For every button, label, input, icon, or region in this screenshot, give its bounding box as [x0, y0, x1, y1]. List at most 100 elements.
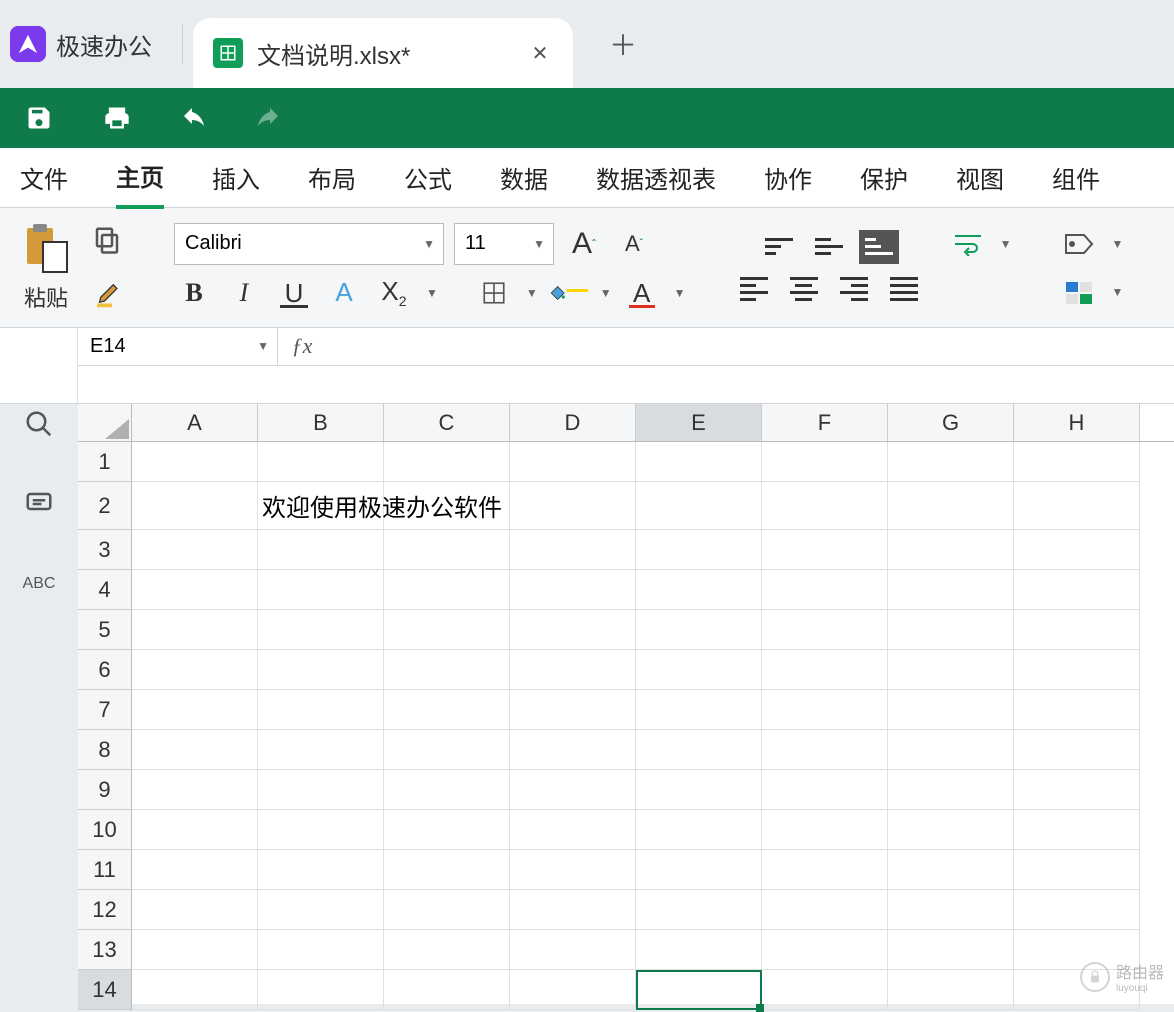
- cell-C11[interactable]: [384, 850, 510, 890]
- chevron-down-icon[interactable]: ▼: [1111, 285, 1123, 299]
- cell-B10[interactable]: [258, 810, 384, 850]
- cell-F7[interactable]: [762, 690, 888, 730]
- cell-E8[interactable]: [636, 730, 762, 770]
- cell-B11[interactable]: [258, 850, 384, 890]
- align-center-button[interactable]: [784, 272, 824, 306]
- cell-B6[interactable]: [258, 650, 384, 690]
- chevron-down-icon[interactable]: ▼: [600, 286, 612, 300]
- cell-E7[interactable]: [636, 690, 762, 730]
- cell-E9[interactable]: [636, 770, 762, 810]
- cell-E14[interactable]: [636, 970, 762, 1010]
- menu-pivot[interactable]: 数据透视表: [596, 148, 716, 207]
- cell-C12[interactable]: [384, 890, 510, 930]
- cell-F8[interactable]: [762, 730, 888, 770]
- cell-H5[interactable]: [1014, 610, 1140, 650]
- formula-input-expanded[interactable]: [78, 366, 1174, 404]
- cell-D10[interactable]: [510, 810, 636, 850]
- cell-D2[interactable]: [510, 482, 636, 530]
- cell-E4[interactable]: [636, 570, 762, 610]
- row-header-2[interactable]: 2: [78, 482, 132, 530]
- print-icon[interactable]: [98, 99, 136, 137]
- wrap-text-button[interactable]: [948, 224, 988, 264]
- cell-D8[interactable]: [510, 730, 636, 770]
- format-painter-icon[interactable]: [88, 277, 126, 315]
- cell-B3[interactable]: [258, 530, 384, 570]
- row-header-11[interactable]: 11: [78, 850, 132, 890]
- cell-D6[interactable]: [510, 650, 636, 690]
- cell-C5[interactable]: [384, 610, 510, 650]
- fill-color-button[interactable]: [548, 273, 588, 313]
- font-color-clear-icon[interactable]: A: [324, 273, 364, 313]
- cell-C10[interactable]: [384, 810, 510, 850]
- name-box[interactable]: E14 ▼: [78, 328, 278, 365]
- cell-E12[interactable]: [636, 890, 762, 930]
- cell-C2[interactable]: [384, 482, 510, 530]
- cell-E2[interactable]: [636, 482, 762, 530]
- comments-icon[interactable]: [19, 484, 59, 524]
- save-icon[interactable]: [20, 99, 58, 137]
- cell-B2[interactable]: 欢迎使用极速办公软件: [258, 482, 384, 530]
- cell-G7[interactable]: [888, 690, 1014, 730]
- row-header-4[interactable]: 4: [78, 570, 132, 610]
- cell-D1[interactable]: [510, 442, 636, 482]
- cell-D9[interactable]: [510, 770, 636, 810]
- cell-F10[interactable]: [762, 810, 888, 850]
- row-header-10[interactable]: 10: [78, 810, 132, 850]
- cell-D5[interactable]: [510, 610, 636, 650]
- cell-H3[interactable]: [1014, 530, 1140, 570]
- cell-E1[interactable]: [636, 442, 762, 482]
- chevron-down-icon[interactable]: ▼: [426, 286, 438, 300]
- increase-font-icon[interactable]: Aˆ: [564, 224, 604, 264]
- cell-A14[interactable]: [132, 970, 258, 1010]
- row-header-6[interactable]: 6: [78, 650, 132, 690]
- subscript-button[interactable]: X2: [374, 273, 414, 313]
- cell-F5[interactable]: [762, 610, 888, 650]
- borders-button[interactable]: [474, 273, 514, 313]
- column-header-B[interactable]: B: [258, 404, 384, 441]
- cell-C7[interactable]: [384, 690, 510, 730]
- chevron-down-icon[interactable]: ▼: [1000, 237, 1012, 251]
- cell-A7[interactable]: [132, 690, 258, 730]
- cell-D13[interactable]: [510, 930, 636, 970]
- column-header-D[interactable]: D: [510, 404, 636, 441]
- align-justify-button[interactable]: [884, 272, 924, 306]
- font-size-select[interactable]: 11 ▼: [454, 223, 554, 265]
- cell-G1[interactable]: [888, 442, 1014, 482]
- row-header-9[interactable]: 9: [78, 770, 132, 810]
- cell-C9[interactable]: [384, 770, 510, 810]
- column-header-F[interactable]: F: [762, 404, 888, 441]
- cell-A10[interactable]: [132, 810, 258, 850]
- spreadsheet-grid[interactable]: ABCDEFGH 12欢迎使用极速办公软件34567891011121314: [78, 404, 1174, 1004]
- cell-A12[interactable]: [132, 890, 258, 930]
- cell-H4[interactable]: [1014, 570, 1140, 610]
- add-tab-button[interactable]: ＋: [603, 24, 643, 64]
- cell-D3[interactable]: [510, 530, 636, 570]
- cell-C3[interactable]: [384, 530, 510, 570]
- cell-H8[interactable]: [1014, 730, 1140, 770]
- row-header-3[interactable]: 3: [78, 530, 132, 570]
- cell-G9[interactable]: [888, 770, 1014, 810]
- cell-C8[interactable]: [384, 730, 510, 770]
- row-header-8[interactable]: 8: [78, 730, 132, 770]
- cell-F11[interactable]: [762, 850, 888, 890]
- cell-F9[interactable]: [762, 770, 888, 810]
- cell-A9[interactable]: [132, 770, 258, 810]
- column-header-G[interactable]: G: [888, 404, 1014, 441]
- decrease-font-icon[interactable]: Aˇ: [614, 224, 654, 264]
- cell-B5[interactable]: [258, 610, 384, 650]
- fx-icon[interactable]: ƒx: [278, 328, 326, 365]
- cell-F13[interactable]: [762, 930, 888, 970]
- align-top-button[interactable]: [759, 230, 799, 264]
- menu-collab[interactable]: 协作: [764, 148, 812, 207]
- cell-B4[interactable]: [258, 570, 384, 610]
- cell-G6[interactable]: [888, 650, 1014, 690]
- cell-B13[interactable]: [258, 930, 384, 970]
- cell-B7[interactable]: [258, 690, 384, 730]
- cell-D11[interactable]: [510, 850, 636, 890]
- cell-F1[interactable]: [762, 442, 888, 482]
- cell-A1[interactable]: [132, 442, 258, 482]
- redo-icon[interactable]: [254, 99, 292, 137]
- align-bottom-button[interactable]: [859, 230, 899, 264]
- menu-components[interactable]: 组件: [1052, 148, 1100, 207]
- column-header-H[interactable]: H: [1014, 404, 1140, 441]
